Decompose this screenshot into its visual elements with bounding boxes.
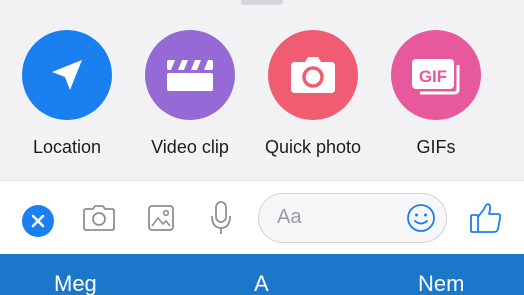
emoji-icon [407,204,435,232]
voice-message-button[interactable] [206,198,236,238]
microphone-icon [211,201,231,234]
gifs-label: GIFs [416,137,456,157]
video-clip-label: Video clip [151,137,229,157]
keyboard-suggestion-bar: Meg A Nem [0,254,524,295]
suggestion-item[interactable]: Meg [54,271,97,295]
gifs-action-button[interactable]: GIF GIFs [381,0,491,158]
video-clip-action-button[interactable]: Video clip [135,0,245,158]
location-label: Location [32,137,102,157]
camera-icon [83,205,115,231]
like-button[interactable] [467,198,505,238]
location-arrow-icon [22,30,112,120]
camera-icon [268,30,358,120]
close-button[interactable] [22,205,54,237]
gif-icon-text: GIF [419,67,447,86]
suggestion-item[interactable]: A [254,271,269,295]
emoji-button[interactable] [405,202,437,234]
quick-actions-tray: Location Video clip Quick photo GIF GIFs [0,0,524,181]
location-action-button[interactable]: Location [12,0,122,158]
close-icon [31,214,45,228]
clapperboard-icon [145,30,235,120]
gif-icon: GIF [391,30,481,120]
camera-button[interactable] [80,200,118,236]
thumbs-up-icon [470,203,502,233]
image-icon [148,205,174,231]
photo-library-button[interactable] [144,200,178,236]
quick-photo-action-button[interactable]: Quick photo [258,0,368,158]
suggestion-item[interactable]: Nem [418,271,464,295]
message-input-container [258,193,447,243]
quick-photo-label: Quick photo [264,137,362,157]
message-input[interactable] [277,194,407,241]
